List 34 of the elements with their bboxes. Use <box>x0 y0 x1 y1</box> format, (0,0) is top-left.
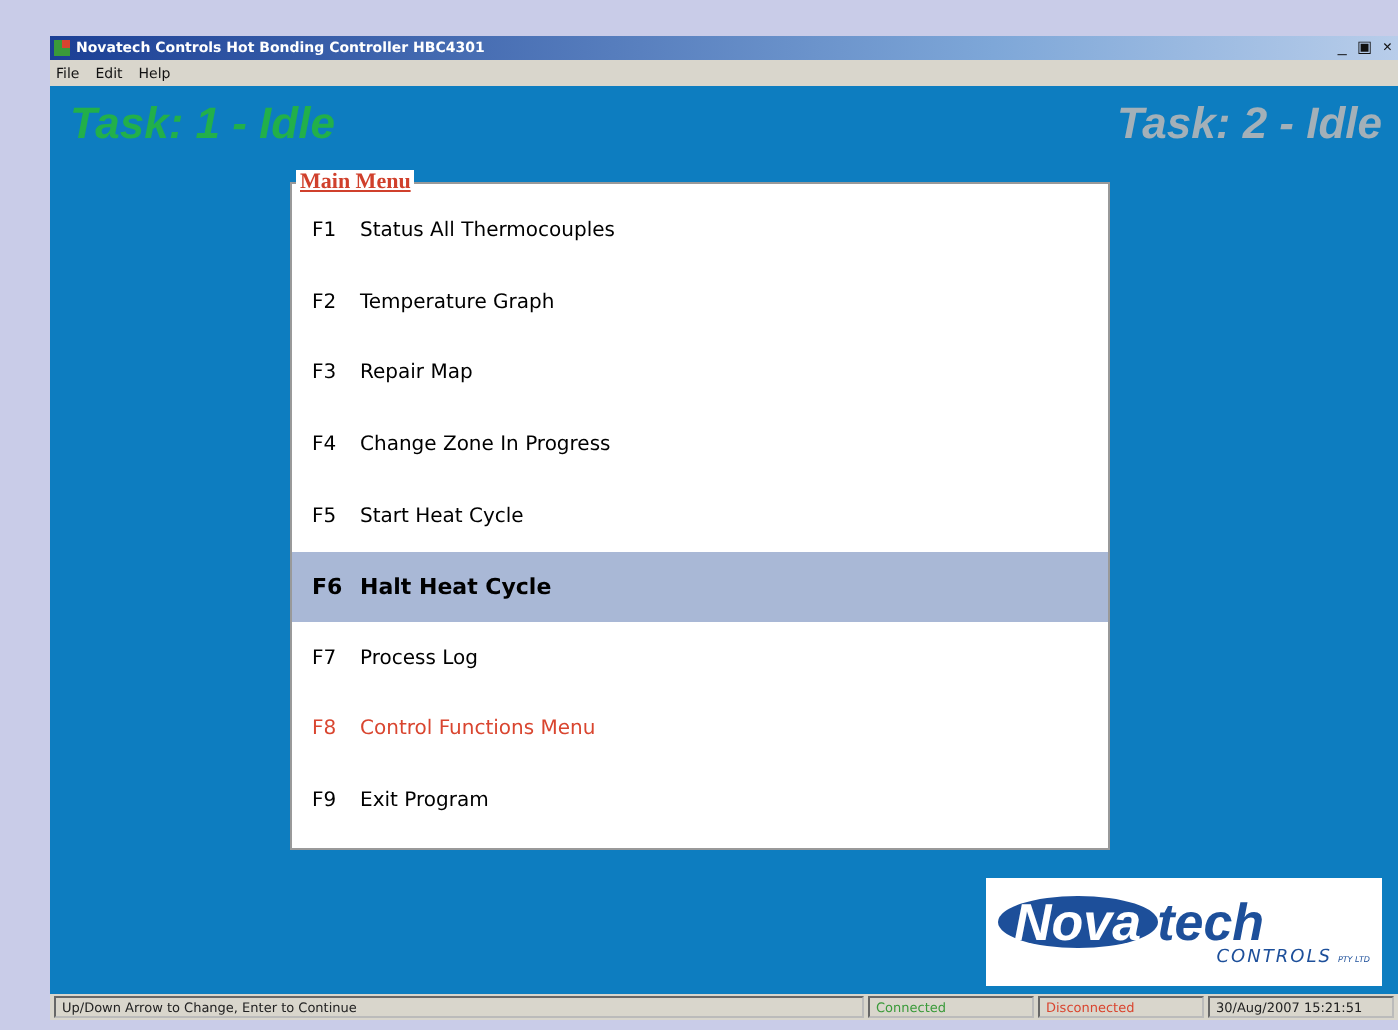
menu-option[interactable]: F8 Control Functions Menu <box>292 693 1108 765</box>
option-label: Status All Thermocouples <box>360 220 615 243</box>
option-label: Control Functions Menu <box>360 718 596 741</box>
window-control[interactable]: _ <box>1335 40 1349 56</box>
menu-option[interactable]: F5 Start Heat Cycle <box>292 480 1108 552</box>
menu-option[interactable]: F3 Repair Map <box>292 338 1108 410</box>
menu-option[interactable]: F7 Process Log <box>292 622 1108 694</box>
menu-option[interactable]: F4 Change Zone In Progress <box>292 409 1108 481</box>
function-key: F4 <box>312 433 340 456</box>
menu-option[interactable]: F2 Temperature Graph <box>292 267 1108 339</box>
option-label: Process Log <box>360 647 478 670</box>
option-label: Repair Map <box>360 362 473 385</box>
function-key: F6 <box>312 574 340 601</box>
task-status: Task: 2 - Idle <box>1117 98 1382 150</box>
option-label: Temperature Graph <box>360 291 555 314</box>
function-key: F3 <box>312 362 340 385</box>
option-label: Start Heat Cycle <box>360 505 524 528</box>
function-key: F1 <box>312 220 340 243</box>
window-control[interactable]: × <box>1380 40 1394 56</box>
option-label: Halt Heat Cycle <box>360 574 552 601</box>
window-control[interactable]: ▣ <box>1354 40 1375 56</box>
task-status: Task: 1 - Idle <box>70 98 335 150</box>
option-label: Exit Program <box>360 789 489 812</box>
function-key: F5 <box>312 505 340 528</box>
app-icon <box>54 40 70 56</box>
menu-option[interactable]: F1 Status All Thermocouples <box>292 196 1108 268</box>
menu-option[interactable]: F6 Halt Heat Cycle <box>292 551 1108 623</box>
option-label: Change Zone In Progress <box>360 433 611 456</box>
function-key: F9 <box>312 789 340 812</box>
function-key: F7 <box>312 647 340 670</box>
function-key: F8 <box>312 718 340 741</box>
menu-option[interactable]: F9 Exit Program <box>292 765 1108 837</box>
panel-title: Main Menu <box>296 170 415 196</box>
function-key: F2 <box>312 291 340 314</box>
